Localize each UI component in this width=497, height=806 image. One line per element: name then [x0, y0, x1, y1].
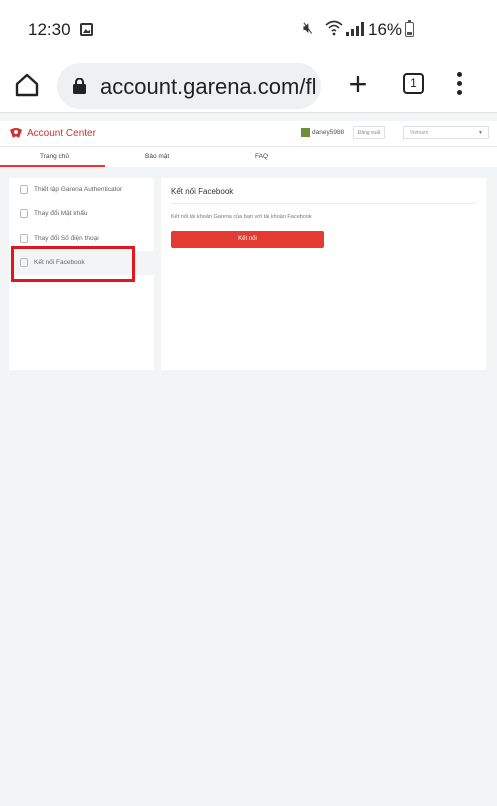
main-nav: Trang chủ Bảo mật FAQ: [0, 146, 497, 167]
sidebar-item-label: Thiết lập Garena Authenticator: [34, 186, 123, 193]
browser-toolbar: account.garena.com/fl + 1: [0, 60, 497, 113]
language-select[interactable]: Vietnam ▼: [403, 126, 489, 139]
lock-icon: [20, 209, 28, 218]
url-text: account.garena.com/fl: [100, 74, 317, 99]
new-tab-button[interactable]: +: [345, 68, 371, 100]
avatar[interactable]: [301, 128, 310, 137]
gallery-notification-icon: [80, 23, 93, 36]
language-value: Vietnam: [410, 130, 429, 136]
home-icon: [15, 73, 39, 97]
garena-logo-icon: [10, 128, 22, 138]
tab-home[interactable]: Trang chủ: [40, 153, 69, 160]
battery-icon: [405, 20, 414, 37]
signal-icon: [346, 22, 364, 36]
lock-icon: [73, 78, 86, 94]
page-title: Kết nối Facebook: [171, 187, 234, 196]
tab-faq[interactable]: FAQ: [255, 153, 268, 160]
sidebar-item-change-password[interactable]: Thay đổi Mật khẩu: [9, 202, 154, 226]
home-button[interactable]: [14, 72, 40, 98]
chevron-down-icon: ▼: [478, 130, 483, 136]
description-text: Kết nối tài khoản Garena của bạn với tài…: [171, 214, 312, 220]
phone-icon: [20, 234, 28, 243]
tab-security[interactable]: Bảo mật: [145, 153, 169, 160]
wifi-icon: [325, 20, 343, 40]
more-menu-button[interactable]: [454, 72, 464, 98]
active-tab-indicator: [0, 165, 105, 167]
username[interactable]: daney5988: [312, 129, 344, 136]
connect-facebook-button[interactable]: Kết nối: [171, 231, 324, 248]
sidebar-item-label: Thay đổi Mật khẩu: [34, 210, 88, 217]
highlight-box: [11, 246, 135, 282]
sidebar-item-label: Thay đổi Số điện thoại: [34, 235, 99, 242]
logout-button[interactable]: Đăng xuất: [353, 126, 385, 139]
tab-switcher-button[interactable]: 1: [403, 73, 424, 94]
mute-icon: 🔇︎: [303, 20, 314, 37]
main-panel: Kết nối Facebook Kết nối tài khoản Garen…: [161, 178, 486, 370]
brand-title: Account Center: [27, 128, 96, 139]
shield-icon: [20, 185, 28, 194]
status-time: 12:30: [28, 20, 71, 39]
battery-percent: 16%: [368, 20, 403, 39]
status-bar: 12:30 🔇︎ 16%: [0, 0, 497, 60]
divider: [171, 203, 476, 204]
site-header: Account Center daney5988 Đăng xuất Vietn…: [0, 121, 497, 146]
sidebar-item-authenticator[interactable]: Thiết lập Garena Authenticator: [9, 178, 154, 202]
address-bar[interactable]: account.garena.com/fl: [57, 63, 321, 109]
